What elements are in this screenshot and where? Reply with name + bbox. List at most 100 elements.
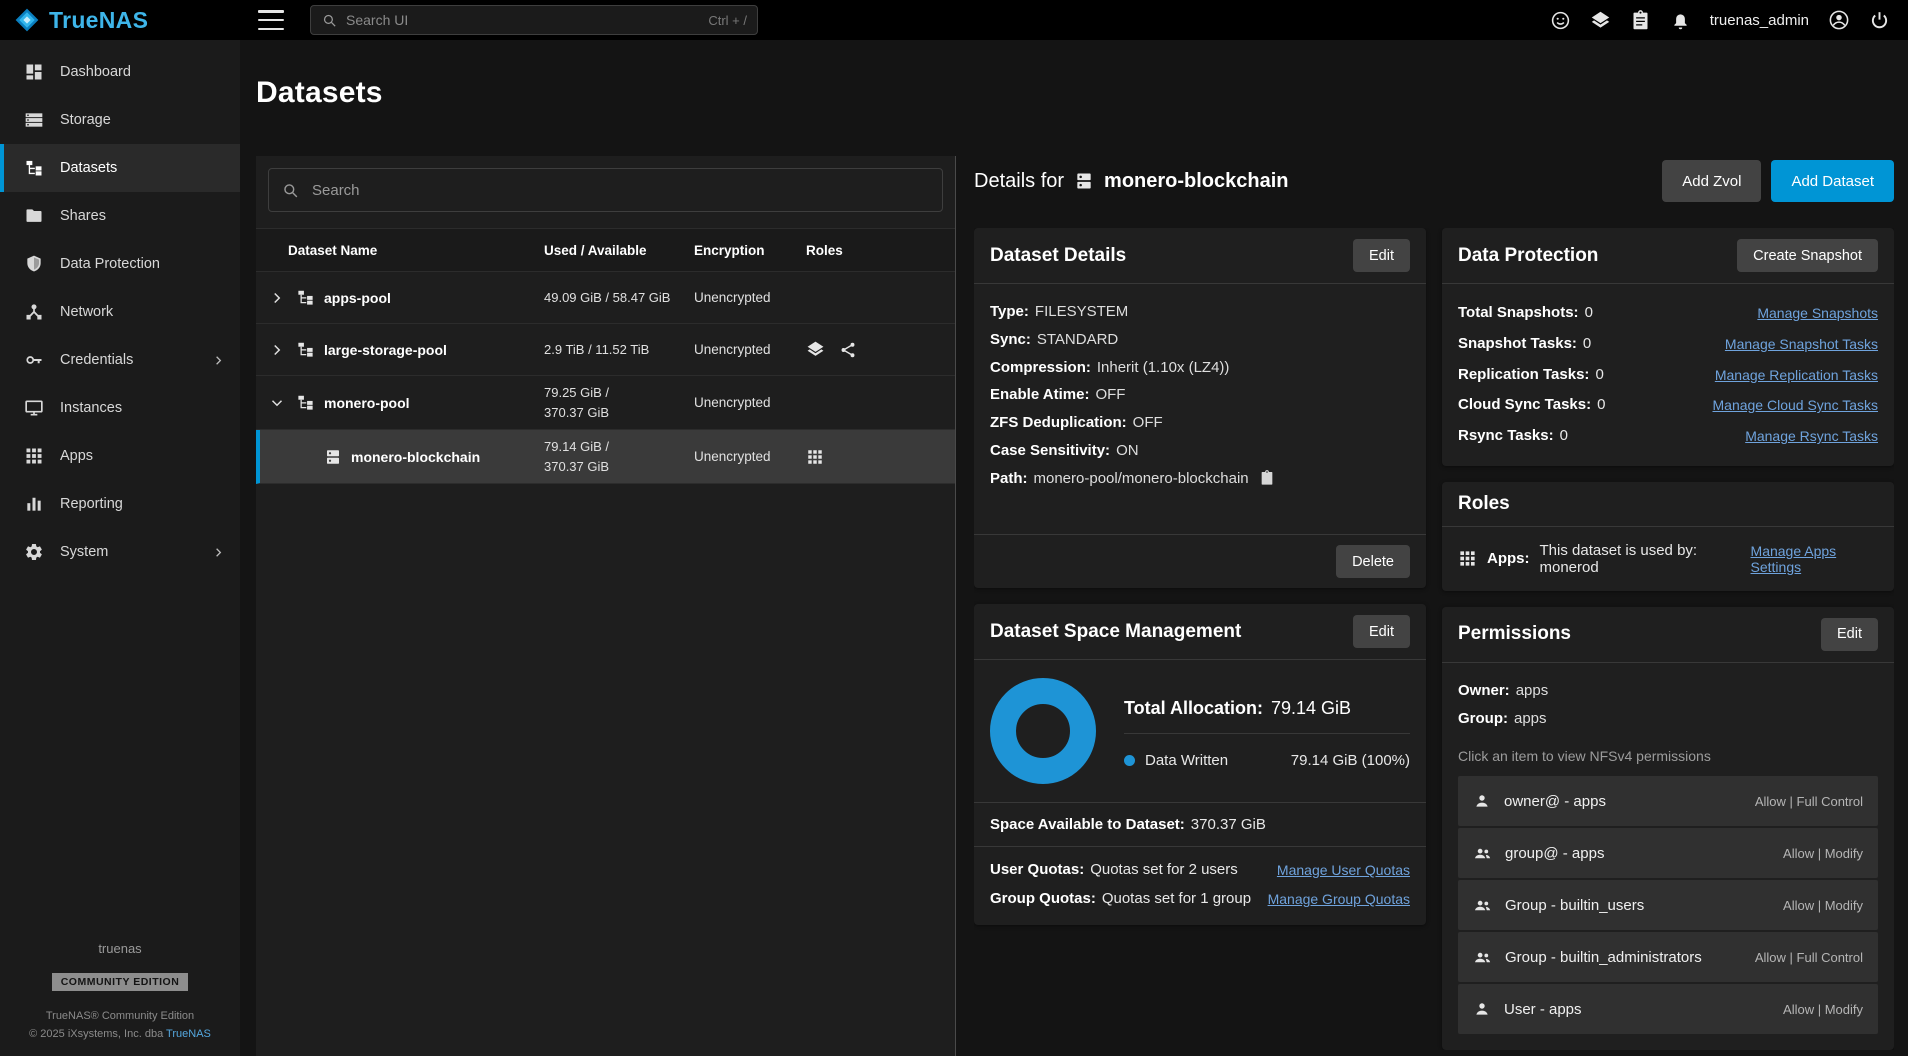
total-snapshots-row: Total Snapshots:0 Manage Snapshots — [1458, 298, 1878, 329]
dataset-search-input[interactable] — [312, 182, 930, 199]
table-row-monero-pool[interactable]: monero-pool 79.25 GiB / 370.37 GiB Unenc… — [256, 376, 955, 430]
sidebar-footer: truenas COMMUNITY EDITION TrueNAS® Commu… — [0, 941, 240, 1044]
permission-item-builtin-administrators[interactable]: Group - builtin_administrators Allow | F… — [1458, 932, 1878, 982]
sidebar-item-credentials[interactable]: Credentials — [0, 336, 240, 384]
folder-icon — [24, 206, 44, 226]
sidebar-item-datasets[interactable]: Datasets — [0, 144, 240, 192]
dataset-icon — [1074, 171, 1094, 191]
add-zvol-button[interactable]: Add Zvol — [1662, 160, 1761, 202]
truenas-footer-link[interactable]: TrueNAS — [166, 1028, 211, 1040]
card-title: Data Protection — [1458, 245, 1598, 267]
sidebar-item-network[interactable]: Network — [0, 288, 240, 336]
roles-apps-row: Apps: This dataset is used by: monerod M… — [1442, 527, 1894, 591]
feedback-icon[interactable] — [1550, 10, 1571, 31]
chevron-right-icon — [211, 545, 226, 560]
manage-rsync-tasks-link[interactable]: Manage Rsync Tasks — [1745, 422, 1878, 451]
truenas-logo[interactable]: TrueNAS — [0, 7, 240, 34]
used-available: 79.14 GiB / 370.37 GiB — [544, 430, 694, 483]
sidebar-item-shares[interactable]: Shares — [0, 192, 240, 240]
add-dataset-button[interactable]: Add Dataset — [1771, 160, 1894, 202]
sidebar-item-dashboard[interactable]: Dashboard — [0, 48, 240, 96]
edit-dataset-details-button[interactable]: Edit — [1353, 239, 1410, 272]
sidebar-item-reporting[interactable]: Reporting — [0, 480, 240, 528]
group-icon — [1473, 844, 1492, 863]
sidebar-item-storage[interactable]: Storage — [0, 96, 240, 144]
delete-dataset-button[interactable]: Delete — [1336, 545, 1410, 578]
field-zfs-deduplication: ZFS Deduplication:OFF — [990, 409, 1410, 437]
sidebar-item-label: Dashboard — [60, 64, 131, 80]
collapse-chevron-down-icon[interactable] — [268, 394, 296, 412]
field-path: Path:monero-pool/monero-blockchain — [990, 465, 1410, 493]
permissions-card: Permissions Edit Owner:apps Group:apps C… — [1442, 607, 1894, 1051]
edition-badge: COMMUNITY EDITION — [52, 973, 189, 991]
card-title: Roles — [1458, 493, 1510, 515]
space-management-card: Dataset Space Management Edit Total Allo… — [974, 604, 1426, 925]
dataset-name: monero-pool — [324, 395, 410, 411]
sidebar-item-instances[interactable]: Instances — [0, 384, 240, 432]
manage-replication-tasks-link[interactable]: Manage Replication Tasks — [1715, 361, 1878, 390]
search-icon — [281, 181, 300, 200]
manage-group-quotas-link[interactable]: Manage Group Quotas — [1268, 891, 1410, 907]
dataset-name: large-storage-pool — [324, 342, 447, 358]
replication-tasks-row: Replication Tasks:0 Manage Replication T… — [1458, 360, 1878, 391]
sidebar-toggle-icon[interactable] — [258, 10, 284, 30]
notifications-bell-icon[interactable] — [1670, 10, 1691, 31]
legend-value: 79.14 GiB (100%) — [1291, 752, 1410, 769]
expand-chevron-right-icon[interactable] — [268, 341, 296, 359]
share-icon — [839, 341, 857, 359]
manage-cloud-sync-tasks-link[interactable]: Manage Cloud Sync Tasks — [1713, 391, 1879, 420]
manage-user-quotas-link[interactable]: Manage User Quotas — [1277, 862, 1410, 878]
power-icon[interactable] — [1869, 10, 1890, 31]
hostname-label: truenas — [0, 941, 240, 956]
encryption-state: Unencrypted — [694, 395, 806, 410]
manage-snapshots-link[interactable]: Manage Snapshots — [1757, 299, 1878, 328]
rsync-tasks-row: Rsync Tasks:0 Manage Rsync Tasks — [1458, 421, 1878, 452]
sidebar-item-system[interactable]: System — [0, 528, 240, 576]
expand-chevron-right-icon[interactable] — [268, 289, 296, 307]
edit-permissions-button[interactable]: Edit — [1821, 618, 1878, 651]
group-icon — [1473, 948, 1492, 967]
permission-item-owner[interactable]: owner@ - apps Allow | Full Control — [1458, 776, 1878, 826]
sidebar-item-label: Shares — [60, 208, 106, 224]
group-quotas-row: Group Quotas:Quotas set for 1 group Mana… — [974, 884, 1426, 913]
dataset-name: monero-blockchain — [351, 449, 480, 465]
card-title: Dataset Details — [990, 245, 1126, 267]
encryption-state: Unencrypted — [694, 290, 806, 305]
legend-dot — [1124, 755, 1135, 766]
table-row-large-storage-pool[interactable]: large-storage-pool 2.9 TiB / 11.52 TiB U… — [256, 324, 955, 376]
jobs-clipboard-icon[interactable] — [1630, 10, 1651, 31]
total-allocation: Total Allocation:79.14 GiB — [1124, 694, 1410, 734]
sidebar-item-label: Credentials — [60, 352, 133, 368]
apps-grid-icon — [1458, 549, 1477, 568]
field-sync: Sync:STANDARD — [990, 326, 1410, 354]
table-row-monero-blockchain[interactable]: monero-blockchain 79.14 GiB / 370.37 GiB… — [256, 430, 955, 484]
sidebar-item-apps[interactable]: Apps — [0, 432, 240, 480]
copy-path-icon[interactable] — [1259, 470, 1275, 486]
used-available: 79.25 GiB / 370.37 GiB — [544, 376, 694, 429]
manage-snapshot-tasks-link[interactable]: Manage Snapshot Tasks — [1725, 330, 1878, 359]
edit-space-button[interactable]: Edit — [1353, 615, 1410, 648]
layers-icon[interactable] — [1590, 10, 1611, 31]
dataset-details-card: Dataset Details Edit Type:FILESYSTEM Syn… — [974, 228, 1426, 588]
search-shortcut-hint: Ctrl + / — [708, 13, 747, 28]
roles-cell — [806, 448, 943, 466]
monitor-icon — [24, 398, 44, 418]
manage-apps-settings-link[interactable]: Manage Apps Settings — [1751, 543, 1878, 575]
permission-item-builtin-users[interactable]: Group - builtin_users Allow | Modify — [1458, 880, 1878, 930]
dashboard-icon — [24, 62, 44, 82]
global-search[interactable]: Ctrl + / — [310, 5, 758, 35]
permission-item-group-at[interactable]: group@ - apps Allow | Modify — [1458, 828, 1878, 878]
storage-icon — [24, 110, 44, 130]
username-label[interactable]: truenas_admin — [1710, 12, 1809, 29]
table-row-apps-pool[interactable]: apps-pool 49.09 GiB / 58.47 GiB Unencryp… — [256, 272, 955, 324]
group-icon — [1473, 896, 1492, 915]
dataset-search[interactable] — [268, 168, 943, 212]
apps-grid-icon — [24, 446, 44, 466]
sidebar-item-data-protection[interactable]: Data Protection — [0, 240, 240, 288]
nfsv4-hint: Click an item to view NFSv4 permissions — [1458, 748, 1878, 764]
dataset-tree-panel: Dataset Name Used / Available Encryption… — [256, 156, 956, 1056]
global-search-input[interactable] — [346, 12, 700, 28]
create-snapshot-button[interactable]: Create Snapshot — [1737, 239, 1878, 272]
account-icon[interactable] — [1828, 9, 1850, 31]
permission-item-user-apps[interactable]: User - apps Allow | Modify — [1458, 984, 1878, 1034]
